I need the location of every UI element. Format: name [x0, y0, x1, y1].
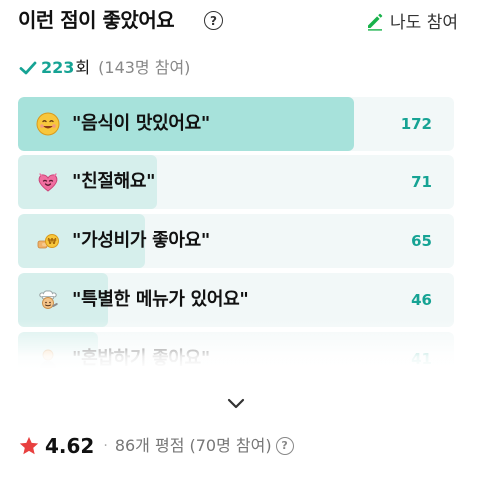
keyword-list: "음식이 맛있어요" 172 "친절해요" 71 ₩ "가성비가 좋아요" 65: [18, 97, 454, 369]
rating-detail: 86개 평점 (70명 참여): [114, 436, 272, 455]
keyword-item-solo-dining[interactable]: "혼밥하기 좋아요" 41: [18, 332, 454, 369]
svg-text:₩: ₩: [48, 237, 57, 246]
smile-face-icon: [36, 112, 60, 136]
keyword-label: "가성비가 좋아요": [72, 230, 210, 251]
keyword-count: 65: [411, 232, 432, 250]
keyword-count: 172: [400, 115, 432, 133]
keyword-count: 71: [411, 173, 432, 191]
header: 이런 점이 좋았어요 ? 나도 참여: [18, 7, 458, 35]
keyword-label: "음식이 맛있어요": [72, 113, 210, 134]
rating-summary: 4.62 · 86개 평점 (70명 참여) ?: [18, 433, 294, 459]
vote-count-unit: 회: [75, 58, 91, 77]
keyword-item-kind[interactable]: "친절해요" 71: [18, 155, 454, 209]
keyword-item-value[interactable]: ₩ "가성비가 좋아요" 65: [18, 214, 454, 268]
help-icon[interactable]: ?: [275, 437, 294, 455]
pencil-icon: [368, 13, 383, 31]
money-hand-icon: ₩: [37, 234, 59, 249]
vote-summary: 223 회 (143명 참여): [18, 57, 190, 79]
keyword-item-special-menu[interactable]: "특별한 메뉴가 있어요" 46: [18, 273, 454, 327]
keyword-count: 46: [411, 291, 432, 309]
solo-person-icon: [40, 349, 56, 369]
help-icon[interactable]: ?: [204, 11, 223, 30]
write-review-button[interactable]: 나도 참여: [365, 8, 458, 33]
separator-dot: ·: [103, 438, 108, 454]
participant-count: (143명 참여): [98, 58, 191, 77]
keyword-item-taste[interactable]: "음식이 맛있어요" 172: [18, 97, 454, 151]
chevron-down-icon[interactable]: [224, 393, 248, 413]
vote-count: 223: [41, 58, 75, 77]
heart-face-icon: [38, 173, 58, 192]
keyword-count: 41: [411, 350, 432, 368]
section-title: 이런 점이 좋았어요: [18, 8, 175, 32]
keyword-label: "특별한 메뉴가 있어요": [72, 289, 249, 310]
star-icon: [19, 436, 39, 455]
keyword-label: "혼밥하기 좋아요": [72, 348, 210, 369]
check-icon: [19, 61, 37, 75]
write-review-label: 나도 참여: [390, 13, 458, 33]
chef-icon: [39, 290, 58, 309]
keyword-label: "친절해요": [72, 171, 156, 192]
rating-value: 4.62: [45, 434, 95, 458]
